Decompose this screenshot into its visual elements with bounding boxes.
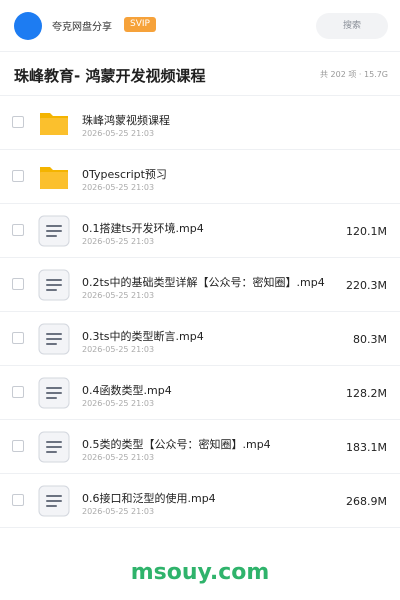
folder-icon [38, 107, 70, 139]
item-size: 268.9M [346, 495, 387, 508]
list-item[interactable]: 0.2ts中的基础类型详解【公众号：密知圈】.mp4 2026-05-25 21… [0, 258, 400, 312]
item-name: 0.3ts中的类型断言.mp4 [82, 330, 204, 343]
item-date: 2026-05-25 21:03 [82, 291, 155, 300]
row-checkbox[interactable] [12, 170, 24, 182]
folder-icon [38, 161, 70, 193]
watermark: msouy.com [130, 560, 270, 585]
item-date: 2026-05-25 21:03 [82, 129, 155, 138]
row-checkbox[interactable] [12, 332, 24, 344]
item-name: 0.5类的类型【公众号：密知圈】.mp4 [82, 438, 271, 451]
svip-badge: SVIP [124, 17, 156, 32]
item-name: 0.4函数类型.mp4 [82, 384, 172, 397]
item-name: 0.2ts中的基础类型详解【公众号：密知圈】.mp4 [82, 276, 325, 289]
folder-stats: 共 202 项 · 15.7G [320, 70, 388, 79]
item-name: 0.6接口和泛型的使用.mp4 [82, 492, 216, 505]
item-size: 183.1M [346, 441, 387, 454]
item-size: 80.3M [353, 333, 387, 346]
video-file-icon [38, 485, 70, 517]
search-button[interactable]: 搜索 [316, 13, 388, 39]
item-date: 2026-05-25 21:03 [82, 345, 155, 354]
row-checkbox[interactable] [12, 224, 24, 236]
list-item[interactable]: 0.3ts中的类型断言.mp4 2026-05-25 21:03 80.3M [0, 312, 400, 366]
row-checkbox[interactable] [12, 494, 24, 506]
item-date: 2026-05-25 21:03 [82, 507, 155, 516]
video-file-icon [38, 269, 70, 301]
item-size: 220.3M [346, 279, 387, 292]
item-size: 128.2M [346, 387, 387, 400]
list-item[interactable]: 0.4函数类型.mp4 2026-05-25 21:03 128.2M [0, 366, 400, 420]
item-date: 2026-05-25 21:03 [82, 237, 155, 246]
item-name: 珠峰鸿蒙视频课程 [82, 114, 170, 127]
row-checkbox[interactable] [12, 116, 24, 128]
list-item[interactable]: 0.5类的类型【公众号：密知圈】.mp4 2026-05-25 21:03 18… [0, 420, 400, 474]
list-item[interactable]: 0.1搭建ts开发环境.mp4 2026-05-25 21:03 120.1M [0, 204, 400, 258]
item-date: 2026-05-25 21:03 [82, 453, 155, 462]
list-item[interactable]: 0.6接口和泛型的使用.mp4 2026-05-25 21:03 268.9M [0, 474, 400, 528]
share-header: 夸克网盘分享 SVIP 搜索 [0, 0, 400, 52]
item-name: 0Typescript预习 [82, 168, 167, 181]
item-date: 2026-05-25 21:03 [82, 183, 155, 192]
list-item[interactable]: 0Typescript预习 2026-05-25 21:03 [0, 150, 400, 204]
row-checkbox[interactable] [12, 278, 24, 290]
video-file-icon [38, 377, 70, 409]
avatar[interactable] [14, 12, 42, 40]
item-name: 0.1搭建ts开发环境.mp4 [82, 222, 204, 235]
row-checkbox[interactable] [12, 386, 24, 398]
row-checkbox[interactable] [12, 440, 24, 452]
folder-title-bar: 珠峰教育- 鸿蒙开发视频课程 共 202 项 · 15.7G [0, 52, 400, 96]
video-file-icon [38, 215, 70, 247]
list-item[interactable]: 珠峰鸿蒙视频课程 2026-05-25 21:03 [0, 96, 400, 150]
sharer-name: 夸克网盘分享 [52, 22, 112, 33]
file-list: 珠峰鸿蒙视频课程 2026-05-25 21:03 0Typescript预习 … [0, 96, 400, 528]
item-size: 120.1M [346, 225, 387, 238]
item-date: 2026-05-25 21:03 [82, 399, 155, 408]
video-file-icon [38, 431, 70, 463]
video-file-icon [38, 323, 70, 355]
page-title: 珠峰教育- 鸿蒙开发视频课程 [14, 67, 206, 85]
